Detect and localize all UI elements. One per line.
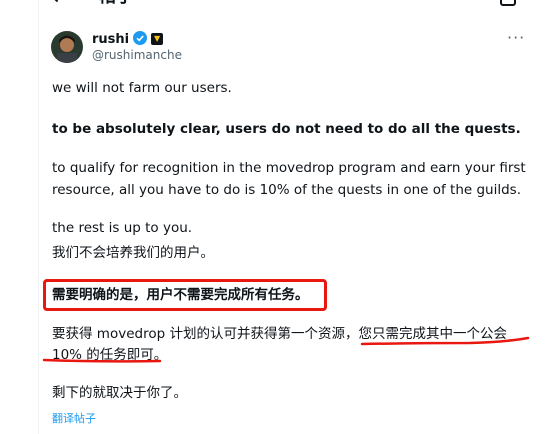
red-underline-annotation [42, 336, 530, 363]
